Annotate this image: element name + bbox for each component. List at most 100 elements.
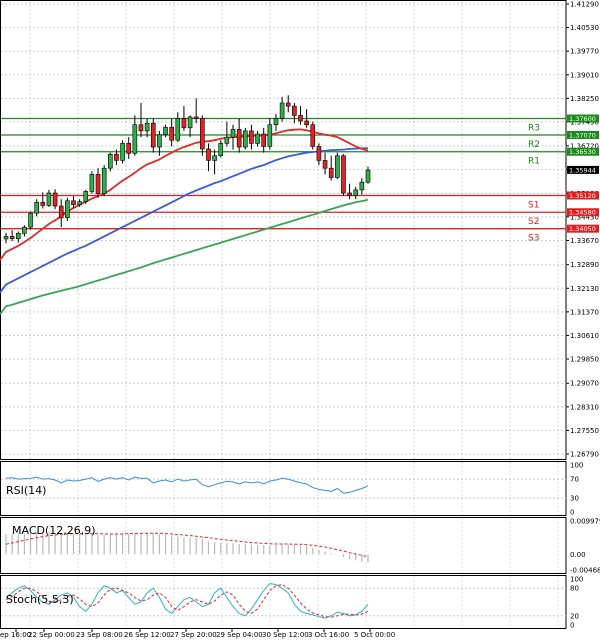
candle-body xyxy=(279,102,285,119)
candle-body xyxy=(9,236,15,239)
candle-body xyxy=(52,192,58,207)
price-tick-label: 1.38250 xyxy=(570,95,599,103)
candle-body xyxy=(292,105,297,116)
macd-tick-label: 0.00 xyxy=(570,551,586,559)
price-tick-label: 1.39770 xyxy=(570,48,599,56)
price-tick-label: 1.30610 xyxy=(570,332,599,340)
candle-body xyxy=(187,116,193,129)
candle-body xyxy=(224,136,230,144)
candle-body xyxy=(157,134,162,148)
candle-body xyxy=(150,122,156,148)
candle-body xyxy=(58,205,64,219)
rsi-tick-label: 30 xyxy=(570,494,579,502)
candle-body xyxy=(236,129,242,148)
level-tag-value-s3: 1.34050 xyxy=(569,225,596,233)
candle-body xyxy=(335,155,340,178)
candle-body xyxy=(132,124,138,154)
time-tick-label: 3 Oct 16:00 xyxy=(308,631,349,639)
candle-body xyxy=(249,130,254,144)
macd-tick-label: 0.009979 xyxy=(570,518,600,526)
macd-panel: 0.009979 0.00 -0.004686 MACD(12,26,9) xyxy=(0,517,600,575)
rsi-tick-label: 70 xyxy=(570,476,579,484)
candle-body xyxy=(77,201,82,206)
price-tick-label: 1.33670 xyxy=(570,237,599,245)
candle-body xyxy=(193,116,199,119)
candle-body xyxy=(15,233,21,239)
time-tick-label: ep 16:00 xyxy=(0,631,31,639)
candle-body xyxy=(359,181,365,191)
stoch-tick-label: 80 xyxy=(570,585,579,593)
candle-body xyxy=(230,129,236,138)
candle-body xyxy=(144,122,150,132)
candle-body xyxy=(255,133,260,144)
candle-body xyxy=(365,169,371,183)
candle-body xyxy=(138,124,144,132)
candle-body xyxy=(169,126,174,141)
level-tag-value-r2: 1.37070 xyxy=(569,131,596,139)
level-label-s2: S2 xyxy=(528,217,539,227)
rsi-tick-label: 100 xyxy=(570,462,583,470)
price-tick-label: 1.41290 xyxy=(570,1,599,9)
price-tick-label: 1.32890 xyxy=(570,261,599,269)
candle-body xyxy=(353,189,359,196)
level-label-r2: R2 xyxy=(528,140,540,150)
candle-body xyxy=(267,124,273,147)
candle-body xyxy=(218,143,224,157)
level-tag-value-r1: 1.36530 xyxy=(569,148,596,156)
candle-body xyxy=(304,120,309,126)
price-tick-label: 1.28310 xyxy=(570,403,599,411)
price-tick-label: 1.29850 xyxy=(570,356,599,364)
stoch-frame xyxy=(0,575,567,629)
level-tag-value-s1: 1.35120 xyxy=(569,192,596,200)
candle-body xyxy=(22,226,27,234)
candle-body xyxy=(40,202,46,206)
stoch-panel: 10080 20 0 Stoch(5,5,3) xyxy=(0,575,583,630)
candle-body xyxy=(71,200,76,206)
time-tick-label: 22 Sep 00:00 xyxy=(28,631,75,639)
candle-body xyxy=(108,153,113,169)
candle-body xyxy=(34,202,39,214)
candle-body xyxy=(206,148,211,161)
candle-body xyxy=(341,155,346,194)
level-tag-value-s2: 1.34580 xyxy=(569,209,596,217)
candle-body xyxy=(126,143,132,154)
stoch-label: Stoch(5,5,3) xyxy=(6,593,74,606)
candle-body xyxy=(212,155,217,161)
candle-body xyxy=(28,212,33,228)
price-tick-label: 1.29070 xyxy=(570,380,599,388)
candle-body xyxy=(65,200,70,219)
rsi-frame xyxy=(0,461,567,516)
time-tick-label: 23 Sep 08:00 xyxy=(76,631,123,639)
rsi-panel: 100 70 30 0 RSI(14) xyxy=(0,461,583,517)
candle-body xyxy=(322,160,328,169)
candle-body xyxy=(175,118,181,141)
time-tick-label: 26 Sep 12:00 xyxy=(124,631,171,639)
macd-tick-label: -0.004686 xyxy=(570,567,600,575)
level-label-s1: S1 xyxy=(528,200,539,210)
time-tick-label: 30 Sep 12:00 xyxy=(262,631,309,639)
level-label-r1: R1 xyxy=(528,157,540,167)
time-tick-label: 5 Oct 00:00 xyxy=(354,631,395,639)
x-axis: ep 16:0022 Sep 00:00 23 Sep 08:00 26 Sep 1… xyxy=(0,629,395,639)
candle-body xyxy=(242,130,248,148)
candle-body xyxy=(316,146,322,161)
rsi-label: RSI(14) xyxy=(6,484,46,497)
candle-body xyxy=(114,153,119,161)
candle-body xyxy=(285,102,291,107)
price-tick-label: 1.32130 xyxy=(570,285,599,293)
forex-chart: 1.412901.405301.397701.390101.382501.374… xyxy=(0,0,600,639)
time-tick-label: 29 Sep 04:00 xyxy=(216,631,263,639)
candle-body xyxy=(3,236,9,240)
candle-body xyxy=(181,118,187,129)
candle-body xyxy=(261,133,266,147)
candle-body xyxy=(298,115,303,122)
candle-body xyxy=(328,167,334,178)
candle-body xyxy=(89,174,95,192)
price-panel: 1.412901.405301.397701.390101.382501.374… xyxy=(0,0,599,460)
level-label-r3: R3 xyxy=(528,124,540,134)
current-price-value: 1.35944 xyxy=(569,166,596,174)
candle-body xyxy=(347,192,352,196)
candle-body xyxy=(46,192,52,206)
level-label-s3: S3 xyxy=(528,234,539,244)
candle-body xyxy=(120,143,125,161)
